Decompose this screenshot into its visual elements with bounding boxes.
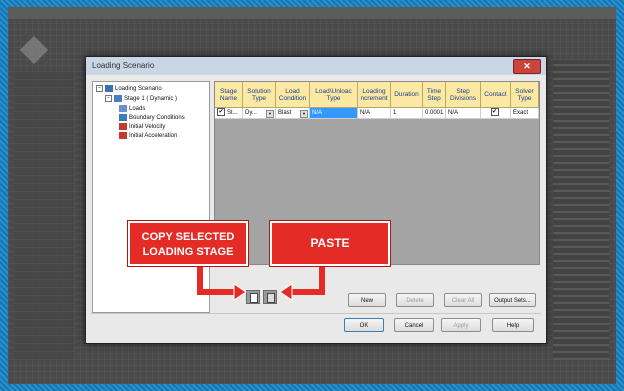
paste-arrowhead [279, 283, 293, 301]
copy-arrow [197, 266, 236, 295]
callout-arrows [197, 266, 325, 301]
copy-arrowhead [233, 283, 247, 301]
paste-arrow [290, 266, 325, 295]
copy-callout: COPY SELECTED LOADING STAGE [127, 220, 249, 267]
paste-callout: PASTE [269, 220, 391, 267]
